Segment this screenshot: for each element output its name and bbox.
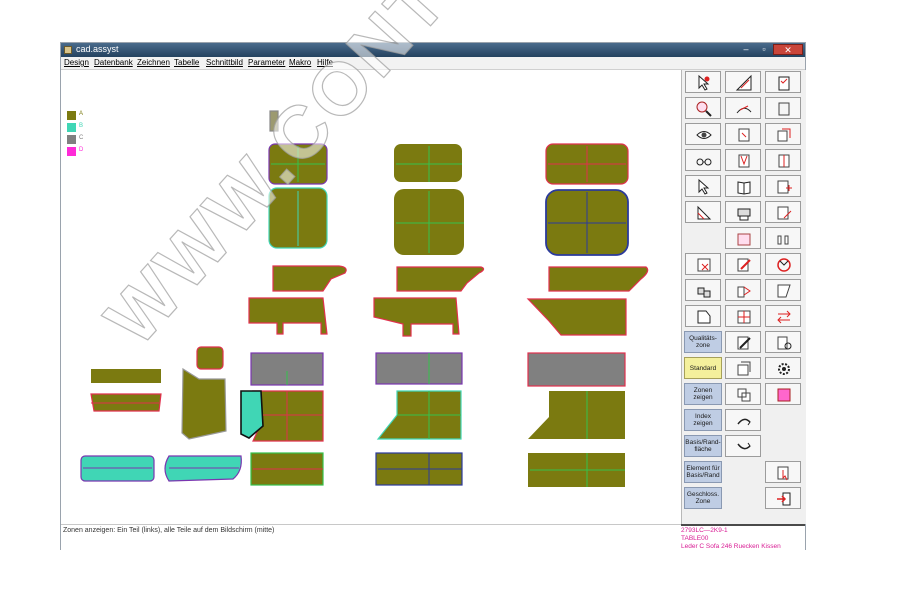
- piece-gear-icon[interactable]: [765, 331, 801, 353]
- piece-fold-icon[interactable]: [765, 279, 801, 301]
- tool-panel: Qualitäts-zone Standard Zonen zeigen Ind…: [681, 70, 806, 524]
- eye-icon[interactable]: [685, 123, 721, 145]
- settings-icon[interactable]: [765, 357, 801, 379]
- geschlossene-zone-button[interactable]: Geschloss. Zone: [684, 487, 722, 509]
- piece-mirror-icon[interactable]: [725, 279, 761, 301]
- magnify-icon[interactable]: [685, 97, 721, 119]
- pattern-piece[interactable]: [527, 352, 626, 387]
- menu-hilfe[interactable]: Hilfe: [317, 58, 333, 67]
- piece-remove-icon[interactable]: [685, 253, 721, 275]
- pattern-piece[interactable]: [252, 390, 324, 442]
- info-model-code: 2793LC—2K9-1: [681, 527, 728, 534]
- pattern-piece[interactable]: [526, 298, 627, 336]
- piece-duplicate-icon[interactable]: [725, 383, 761, 405]
- cut-piece-icon[interactable]: [765, 97, 801, 119]
- pattern-piece[interactable]: [375, 352, 463, 385]
- rotate-icon[interactable]: [765, 253, 801, 275]
- pattern-piece[interactable]: [373, 297, 460, 337]
- piece-stack-icon[interactable]: [765, 123, 801, 145]
- plotter-icon[interactable]: [725, 201, 761, 223]
- info-description: Leder C Sofa 246 Ruecken Kissen: [681, 543, 781, 550]
- standard-button[interactable]: Standard: [684, 357, 722, 379]
- piece-pencil-icon[interactable]: [725, 253, 761, 275]
- menu-bar: Design Datenbank Zeichnen Tabelle Schnit…: [61, 57, 805, 70]
- pattern-piece[interactable]: [196, 346, 224, 370]
- window-title: cad.assyst: [76, 44, 119, 54]
- curve-arrow-down-icon[interactable]: [725, 435, 761, 457]
- element-basis-rand-button[interactable]: Element für Basis/Rand: [684, 461, 722, 483]
- pattern-piece[interactable]: [91, 369, 161, 383]
- piece-v-icon[interactable]: [725, 149, 761, 171]
- title-bar[interactable]: cad.assyst – ▫ ✕: [61, 43, 805, 57]
- piece-edit-icon[interactable]: [765, 201, 801, 223]
- piece-red-icon[interactable]: [765, 383, 801, 405]
- pattern-pieces: [80, 110, 649, 487]
- status-bar: Zonen anzeigen: Ein Teil (links), alle T…: [61, 524, 681, 550]
- cubes-icon[interactable]: [685, 279, 721, 301]
- info-panel: 2793LC—2K9-1 TABLE00 Leder C Sofa 246 Ru…: [681, 524, 805, 551]
- app-logo-icon: [64, 46, 72, 54]
- checklist-icon[interactable]: [765, 71, 801, 93]
- glasses-icon[interactable]: [685, 149, 721, 171]
- menu-parameter[interactable]: Parameter: [248, 58, 285, 67]
- pattern-piece[interactable]: [548, 266, 649, 292]
- cad-window: cad.assyst – ▫ ✕ Design Datenbank Zeichn…: [60, 42, 806, 551]
- close-button[interactable]: ✕: [773, 44, 803, 55]
- piece-corner-icon[interactable]: [725, 123, 761, 145]
- drawing-canvas[interactable]: A B C D: [61, 70, 681, 524]
- maximize-button[interactable]: ▫: [755, 44, 773, 55]
- swap-arrows-icon[interactable]: [765, 305, 801, 327]
- ruler-triangle-icon[interactable]: [725, 71, 761, 93]
- pattern-piece[interactable]: [272, 265, 347, 292]
- piece-grid-icon[interactable]: [725, 305, 761, 327]
- pattern-piece[interactable]: [181, 367, 227, 440]
- pattern-piece[interactable]: [248, 297, 328, 335]
- menu-design[interactable]: Design: [64, 58, 89, 67]
- index-zeigen-button[interactable]: Index zeigen: [684, 409, 722, 431]
- basis-rand-flaeche-button[interactable]: Basis/Rand-fläche: [684, 435, 722, 457]
- menu-makro[interactable]: Makro: [289, 58, 311, 67]
- curve-arrow-up-icon[interactable]: [725, 409, 761, 431]
- menu-zeichnen[interactable]: Zeichnen: [137, 58, 170, 67]
- pencil-draw-icon[interactable]: [725, 331, 761, 353]
- piece-layers-icon[interactable]: [725, 357, 761, 379]
- qualitaetszone-button[interactable]: Qualitäts-zone: [684, 331, 722, 353]
- ruler-angle-icon[interactable]: [685, 201, 721, 223]
- book-icon[interactable]: [725, 175, 761, 197]
- cursor-plus-icon[interactable]: [685, 175, 721, 197]
- pattern-piece[interactable]: [394, 144, 462, 182]
- piece-notch-icon[interactable]: [765, 227, 801, 249]
- pen-curve-icon[interactable]: [725, 97, 761, 119]
- cursor-select-icon[interactable]: [685, 71, 721, 93]
- piece-split-icon[interactable]: [765, 149, 801, 171]
- piece-outline-icon[interactable]: [685, 305, 721, 327]
- cursor-piece-icon[interactable]: [765, 461, 801, 483]
- zonen-zeigen-button[interactable]: Zonen zeigen: [684, 383, 722, 405]
- piece-hatch-icon[interactable]: [725, 227, 761, 249]
- menu-tabelle[interactable]: Tabelle: [174, 58, 199, 67]
- pattern-piece[interactable]: [528, 391, 625, 439]
- menu-datenbank[interactable]: Datenbank: [94, 58, 133, 67]
- status-message: Zonen anzeigen: Ein Teil (links), alle T…: [63, 527, 275, 534]
- minimize-button[interactable]: –: [737, 44, 755, 55]
- info-table-name: TABLE00: [681, 535, 709, 542]
- pattern-piece[interactable]: [269, 110, 279, 132]
- pattern-piece[interactable]: [396, 266, 485, 292]
- piece-plus-icon[interactable]: [765, 175, 801, 197]
- exit-door-icon[interactable]: [765, 487, 801, 509]
- menu-schnittbild[interactable]: Schnittbild: [206, 58, 243, 67]
